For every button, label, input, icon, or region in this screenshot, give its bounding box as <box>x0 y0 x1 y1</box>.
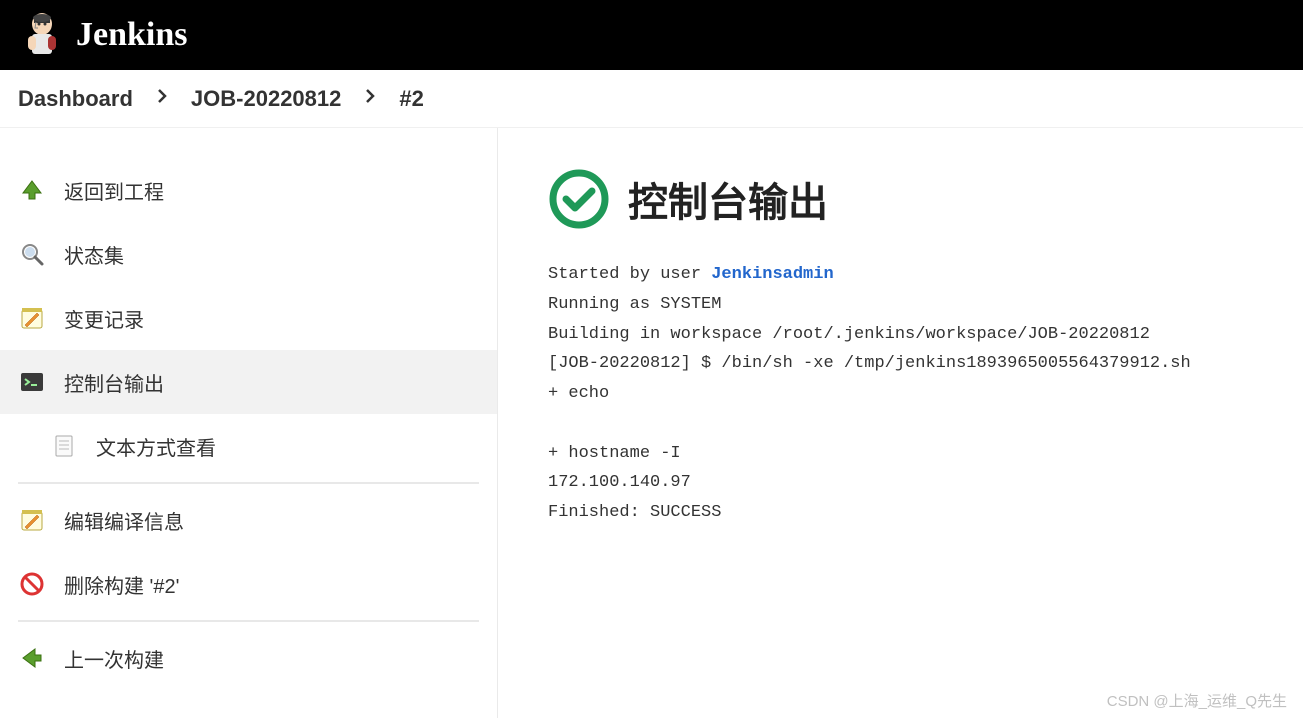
header: Jenkins <box>0 0 1303 70</box>
search-icon <box>18 240 46 268</box>
sidebar-label: 控制台输出 <box>64 368 164 397</box>
console-lines: Running as SYSTEM Building in workspace … <box>548 295 1191 522</box>
sidebar-item-back[interactable]: 返回到工程 <box>0 158 497 222</box>
sidebar-item-changes[interactable]: 变更记录 <box>0 286 497 350</box>
breadcrumb-build[interactable]: #2 <box>399 86 423 112</box>
chevron-right-icon <box>157 89 167 108</box>
console-started-by: Started by user <box>548 265 711 284</box>
chevron-right-icon <box>365 89 375 108</box>
brand-text: Jenkins <box>76 16 188 54</box>
sidebar-item-console-text[interactable]: 文本方式查看 <box>0 414 497 478</box>
sidebar-item-delete[interactable]: 删除构建 '#2' <box>0 552 497 616</box>
arrow-left-icon <box>18 644 46 672</box>
terminal-icon <box>18 368 46 396</box>
success-check-icon <box>548 168 610 230</box>
sidebar-item-edit[interactable]: 编辑编译信息 <box>0 488 497 552</box>
page-title: 控制台输出 <box>628 170 828 228</box>
sidebar-label: 文本方式查看 <box>96 432 216 461</box>
document-icon <box>50 432 78 460</box>
logo[interactable]: Jenkins <box>20 10 188 60</box>
breadcrumb: Dashboard JOB-20220812 #2 <box>0 70 1303 128</box>
main-content: 控制台输出 Started by user Jenkinsadmin Runni… <box>498 128 1303 718</box>
notepad-edit-icon <box>18 506 46 534</box>
divider <box>18 482 479 484</box>
sidebar-item-status[interactable]: 状态集 <box>0 222 497 286</box>
sidebar-label: 状态集 <box>64 240 124 269</box>
divider <box>18 620 479 622</box>
breadcrumb-dashboard[interactable]: Dashboard <box>18 86 133 112</box>
console-output: Started by user Jenkinsadmin Running as … <box>548 260 1253 528</box>
breadcrumb-job[interactable]: JOB-20220812 <box>191 86 341 112</box>
notepad-icon <box>18 304 46 332</box>
sidebar-label: 变更记录 <box>64 304 144 333</box>
sidebar-item-prev[interactable]: 上一次构建 <box>0 626 497 690</box>
sidebar: 返回到工程 状态集 变更记录 控制台输出 文本方 <box>0 128 498 718</box>
watermark: CSDN @上海_运维_Q先生 <box>1107 690 1287 711</box>
sidebar-label: 编辑编译信息 <box>64 506 184 535</box>
sidebar-label: 返回到工程 <box>64 176 164 205</box>
page-title-row: 控制台输出 <box>548 168 1253 230</box>
sidebar-label: 上一次构建 <box>64 644 164 673</box>
console-user-link[interactable]: Jenkinsadmin <box>711 265 833 284</box>
jenkins-logo-icon <box>20 10 64 60</box>
sidebar-label: 删除构建 '#2' <box>64 570 179 599</box>
sidebar-item-console[interactable]: 控制台输出 <box>0 350 497 414</box>
arrow-up-icon <box>18 176 46 204</box>
prohibited-icon <box>18 570 46 598</box>
